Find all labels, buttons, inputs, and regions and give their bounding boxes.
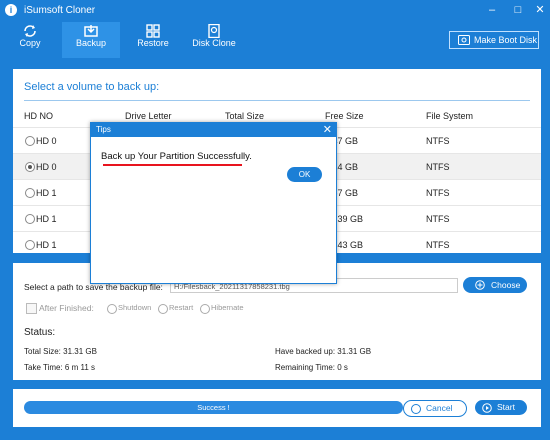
tab-backup-label: Backup [75, 38, 107, 48]
maximize-button[interactable]: □ [510, 2, 526, 18]
backup-icon [84, 25, 98, 37]
row-radio[interactable] [25, 214, 35, 224]
cancel-label: Cancel [426, 403, 453, 413]
make-boot-disk-button[interactable]: Make Boot Disk [449, 31, 539, 49]
highlight-underline [103, 164, 242, 166]
column-header-total-size: Total Size [225, 111, 265, 121]
dialog-title: Tips [96, 125, 111, 134]
row-radio[interactable] [25, 136, 35, 146]
row-file-system: NTFS [426, 162, 450, 172]
row-file-system: NTFS [426, 188, 450, 198]
close-button[interactable]: ✕ [532, 2, 548, 18]
shutdown-label: Shutdown [118, 303, 152, 312]
column-header-free-size: Free Size [325, 111, 364, 121]
restore-icon [146, 24, 160, 38]
column-header-drive-letter: Drive Letter [125, 111, 172, 121]
ok-button[interactable]: OK [287, 167, 322, 182]
dialog-close-icon[interactable]: ✕ [323, 123, 332, 137]
status-title: Status: [24, 327, 56, 338]
start-label: Start [497, 402, 515, 412]
tab-disk-clone-label: Disk Clone [192, 38, 236, 48]
restart-radio[interactable] [158, 304, 168, 314]
row-hd: HD 1 [36, 214, 57, 224]
column-header-file-system: File System [426, 111, 474, 121]
tab-copy-label: Copy [19, 38, 41, 48]
copy-icon [24, 25, 36, 37]
take-time: Take Time: 6 m 11 s [24, 363, 95, 372]
row-hd: HD 0 [36, 136, 57, 146]
shutdown-radio[interactable] [107, 304, 117, 314]
title-bar: i iSumsoft Cloner – □ ✕ [0, 0, 550, 22]
tab-disk-clone[interactable]: Disk Clone [190, 22, 238, 58]
choose-button[interactable]: Choose [463, 277, 527, 293]
app-title: iSumsoft Cloner [24, 5, 96, 16]
disk-clone-icon [208, 24, 220, 38]
row-file-system: NTFS [426, 136, 450, 146]
tab-restore[interactable]: Restore [132, 22, 174, 58]
column-header-hd-no: HD NO [24, 111, 53, 121]
volume-panel-title: Select a volume to back up: [24, 81, 160, 93]
hibernate-radio[interactable] [200, 304, 210, 314]
tab-copy[interactable]: Copy [12, 22, 48, 58]
hibernate-label: Hibernate [211, 303, 244, 312]
after-finished-checkbox[interactable] [26, 303, 37, 314]
row-file-system: NTFS [426, 240, 450, 250]
start-icon [482, 403, 492, 413]
dialog-title-bar: Tips ✕ [91, 123, 336, 137]
progress-bar: Success ! [24, 401, 403, 414]
tips-dialog: Tips ✕ Back up Your Partition Successful… [90, 122, 337, 284]
choose-label: Choose [491, 280, 521, 290]
boot-disk-icon [458, 35, 470, 45]
divider [24, 100, 530, 101]
row-hd: HD 0 [36, 162, 57, 172]
dialog-message: Back up Your Partition Successfully. [101, 151, 252, 162]
cancel-icon [411, 404, 421, 414]
row-radio[interactable] [25, 240, 35, 250]
have-backed-up: Have backed up: 31.31 GB [275, 347, 372, 356]
make-boot-disk-label: Make Boot Disk [474, 35, 538, 45]
row-radio[interactable] [25, 162, 35, 172]
row-hd: HD 1 [36, 188, 57, 198]
app-logo-icon: i [5, 4, 17, 16]
row-hd: HD 1 [36, 240, 57, 250]
start-button[interactable]: Start [475, 400, 527, 415]
after-finished-label: After Finished: [39, 303, 94, 313]
progress-panel: Success ! Cancel Start [13, 389, 541, 427]
tab-backup[interactable]: Backup [62, 22, 120, 58]
minimize-button[interactable]: – [484, 2, 500, 18]
restart-label: Restart [169, 303, 194, 312]
row-file-system: NTFS [426, 214, 450, 224]
tab-restore-label: Restore [137, 38, 169, 48]
plus-circle-icon [475, 280, 485, 290]
row-radio[interactable] [25, 188, 35, 198]
remaining-time: Remaining Time: 0 s [275, 363, 348, 372]
total-size: Total Size: 31.31 GB [24, 347, 97, 356]
cancel-button[interactable]: Cancel [403, 400, 467, 417]
